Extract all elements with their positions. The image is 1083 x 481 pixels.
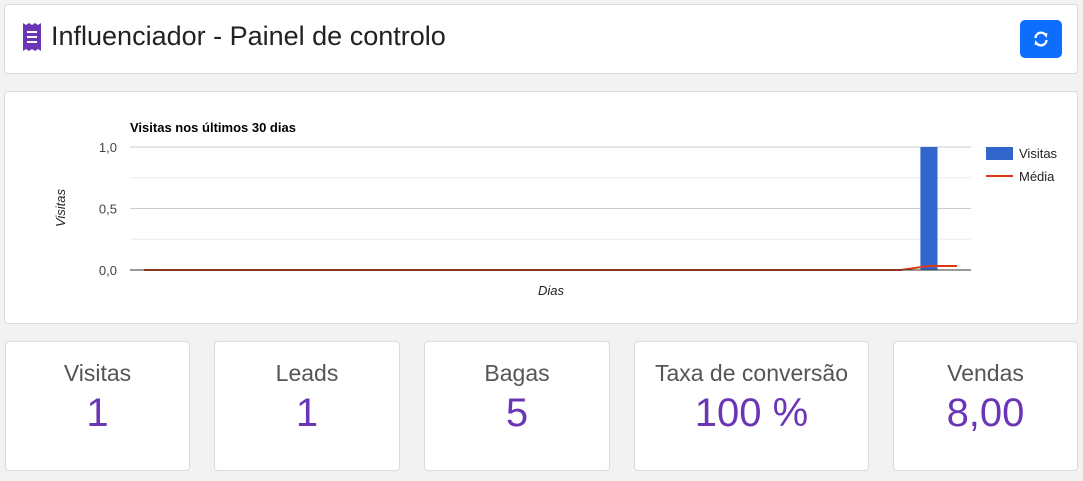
line-media <box>144 264 957 271</box>
bar-series <box>920 147 938 270</box>
chart-grid <box>130 146 971 271</box>
y-tick-label: 1,0 <box>99 140 117 155</box>
receipt-icon <box>23 22 41 51</box>
kpi-card-visitas: Visitas 1 <box>5 341 190 471</box>
kpi-value: 1 <box>295 391 319 435</box>
chart-legend: Visitas Média <box>986 146 1058 184</box>
kpi-card-taxa-conversao: Taxa de conversão 100 % <box>634 341 869 471</box>
kpi-label: Leads <box>275 360 339 386</box>
y-axis-ticks: 0,0 0,5 1,0 <box>99 140 117 278</box>
refresh-button[interactable] <box>1020 20 1062 58</box>
y-tick-label: 0,0 <box>99 263 117 278</box>
header-card: Influenciador - Painel de controlo <box>4 4 1078 74</box>
chart-card: Visitas nos últimos 30 dias 0,0 0,5 1,0 Vi… <box>4 91 1078 324</box>
kpi-value: 8,00 <box>946 391 1025 435</box>
kpi-card-leads: Leads 1 <box>214 341 400 471</box>
kpi-label: Vendas <box>947 360 1024 386</box>
kpi-value: 5 <box>505 391 529 435</box>
x-axis-label: Dias <box>538 283 565 298</box>
line-series <box>144 264 957 271</box>
page-title-wrap: Influenciador - Painel de controlo <box>21 21 446 52</box>
y-tick-label: 0,5 <box>99 202 117 217</box>
y-axis-label: Visitas <box>53 188 68 227</box>
legend-label-visitas: Visitas <box>1019 146 1058 161</box>
kpi-card-bagas: Bagas 5 <box>424 341 610 471</box>
kpi-card-vendas: Vendas 8,00 <box>893 341 1078 471</box>
kpi-value: 1 <box>86 391 109 435</box>
sync-icon <box>1034 31 1048 47</box>
visits-chart: Visitas nos últimos 30 dias 0,0 0,5 1,0 Vi… <box>53 120 1058 298</box>
legend-label-media: Média <box>1019 169 1055 184</box>
kpi-label: Bagas <box>484 360 550 386</box>
page-title: Influenciador - Painel de controlo <box>51 21 446 51</box>
chart-title: Visitas nos últimos 30 dias <box>130 120 296 135</box>
kpi-label: Taxa de conversão <box>654 360 849 386</box>
bar <box>920 147 938 270</box>
legend-swatch-visitas <box>986 147 1013 160</box>
kpi-value: 100 % <box>694 391 809 435</box>
kpi-label: Visitas <box>63 360 132 386</box>
